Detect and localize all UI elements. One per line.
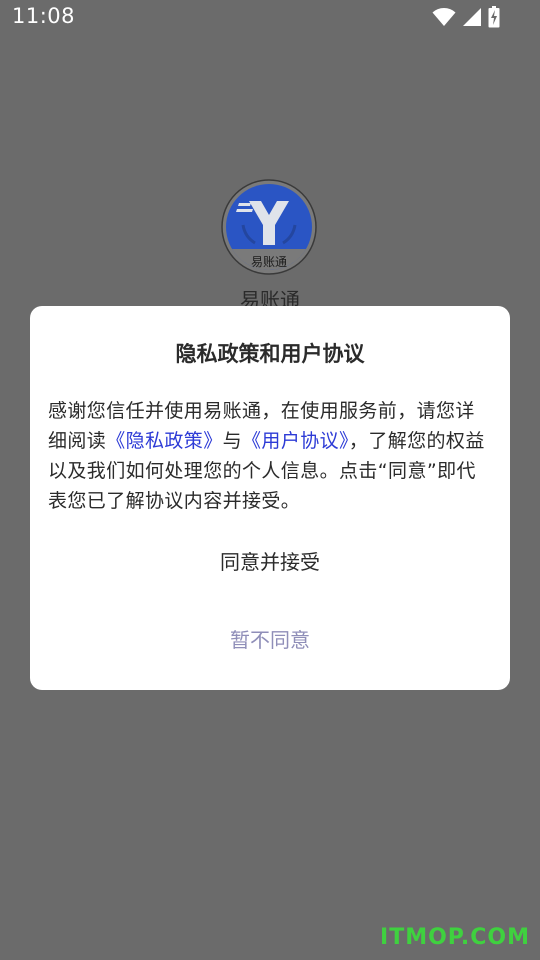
dialog-title: 隐私政策和用户协议 <box>175 342 365 366</box>
user-agreement-link[interactable]: 《用户协议》 <box>242 430 349 452</box>
status-time: 11:08 <box>12 4 76 28</box>
status-icons <box>432 6 500 28</box>
disagree-button[interactable]: 暂不同意 <box>170 620 370 660</box>
battery-charging-icon <box>488 6 500 28</box>
privacy-dialog: 隐私政策和用户协议 感谢您信任并使用易账通，在使用服务前，请您详细阅读《隐私政策… <box>30 306 510 690</box>
status-bar: 11:08 <box>0 0 540 36</box>
privacy-policy-link[interactable]: 《隐私政策》 <box>106 430 222 452</box>
agree-button[interactable]: 同意并接受 <box>170 542 370 582</box>
wifi-icon <box>432 7 456 27</box>
app-logo: 易账通 <box>221 179 317 275</box>
logo-caption: 易账通 <box>250 255 287 269</box>
body-text-and: 与 <box>222 430 243 452</box>
cellular-signal-icon <box>462 7 482 27</box>
dialog-body: 感谢您信任并使用易账通，在使用服务前，请您详细阅读《隐私政策》与《用户协议》，了… <box>48 396 494 516</box>
watermark: ITMOP.COM <box>380 925 530 950</box>
